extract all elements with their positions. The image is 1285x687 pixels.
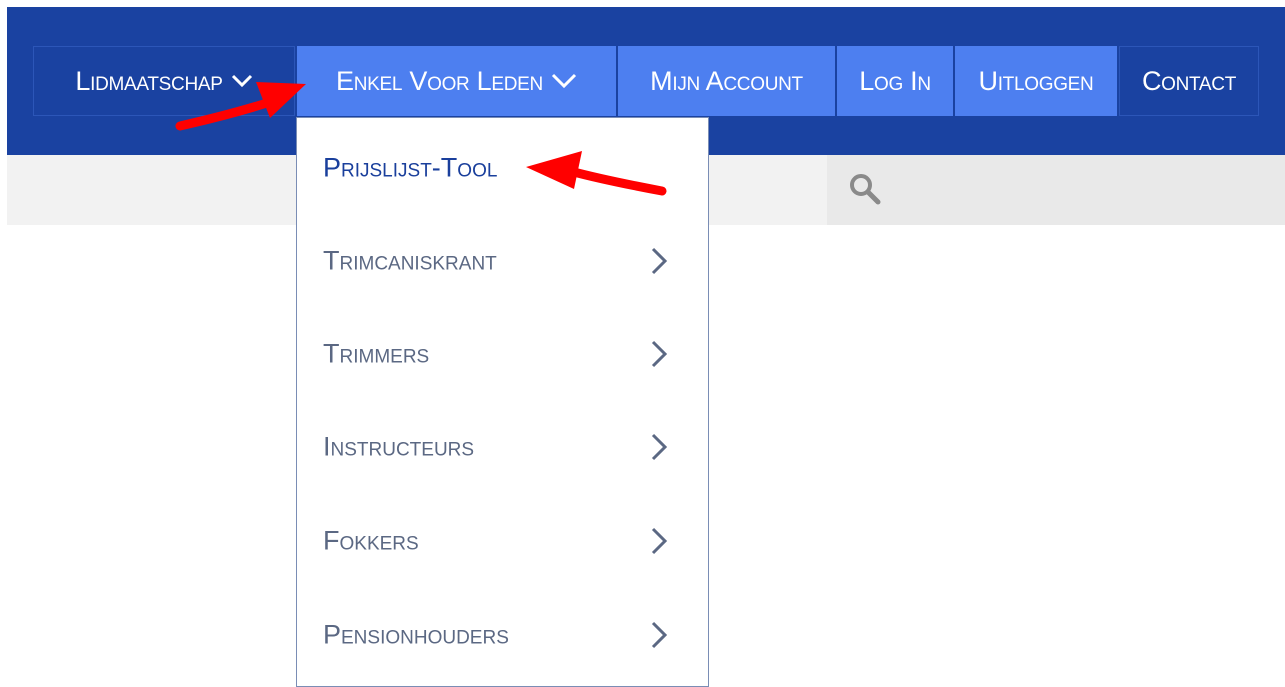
search-input[interactable]: [827, 155, 1285, 225]
dropdown-item-label: Prijslijst-Tool: [323, 152, 498, 182]
nav-item-label: Uitloggen: [978, 65, 1094, 96]
chevron-right-icon: [649, 431, 669, 463]
dropdown-item-label: Pensionhouders: [323, 619, 509, 649]
dropdown-item-label: Trimcaniskrant: [323, 245, 497, 275]
dropdown-item-trimcaniskrant[interactable]: Trimcaniskrant: [297, 214, 708, 307]
dropdown-item-prijslijst-tool[interactable]: Prijslijst-Tool: [297, 121, 708, 214]
dropdown-item-label: Instructeurs: [323, 431, 475, 461]
nav-item-label: Enkel Voor Leden: [336, 65, 543, 96]
nav-item-label: Contact: [1141, 65, 1237, 96]
dropdown-menu-enkel-voor-leden: Prijslijst-Tool Trimcaniskrant Trimmers …: [296, 117, 709, 687]
nav-item-enkel-voor-leden[interactable]: Enkel Voor Leden: [297, 46, 616, 116]
nav-item-log-in[interactable]: Log In: [837, 46, 953, 116]
chevron-right-icon: [649, 525, 669, 557]
chevron-right-icon: [649, 245, 669, 277]
chevron-down-icon: [551, 73, 577, 89]
dropdown-item-instructeurs[interactable]: Instructeurs: [297, 400, 708, 493]
dropdown-item-pensionhouders[interactable]: Pensionhouders: [297, 588, 708, 681]
nav-item-mijn-account[interactable]: Mijn Account: [618, 46, 835, 116]
chevron-right-icon: [649, 619, 669, 651]
chevron-down-icon: [231, 74, 253, 88]
nav-item-contact[interactable]: Contact: [1119, 46, 1259, 116]
dropdown-item-label: Fokkers: [323, 525, 419, 555]
chevron-right-icon: [649, 338, 669, 370]
search-icon[interactable]: [848, 172, 882, 206]
nav-item-label: Lidmaatschap: [75, 65, 223, 96]
nav-item-label: Log In: [859, 65, 931, 96]
dropdown-item-label: Trimmers: [323, 338, 430, 368]
dropdown-item-trimmers[interactable]: Trimmers: [297, 307, 708, 400]
nav-item-label: Mijn Account: [650, 65, 803, 96]
dropdown-item-fokkers[interactable]: Fokkers: [297, 494, 708, 587]
nav-item-uitloggen[interactable]: Uitloggen: [955, 46, 1117, 116]
main-nav: Lidmaatschap Enkel Voor Leden Mijn Accou…: [33, 46, 1261, 116]
nav-item-lidmaatschap[interactable]: Lidmaatschap: [33, 46, 295, 116]
